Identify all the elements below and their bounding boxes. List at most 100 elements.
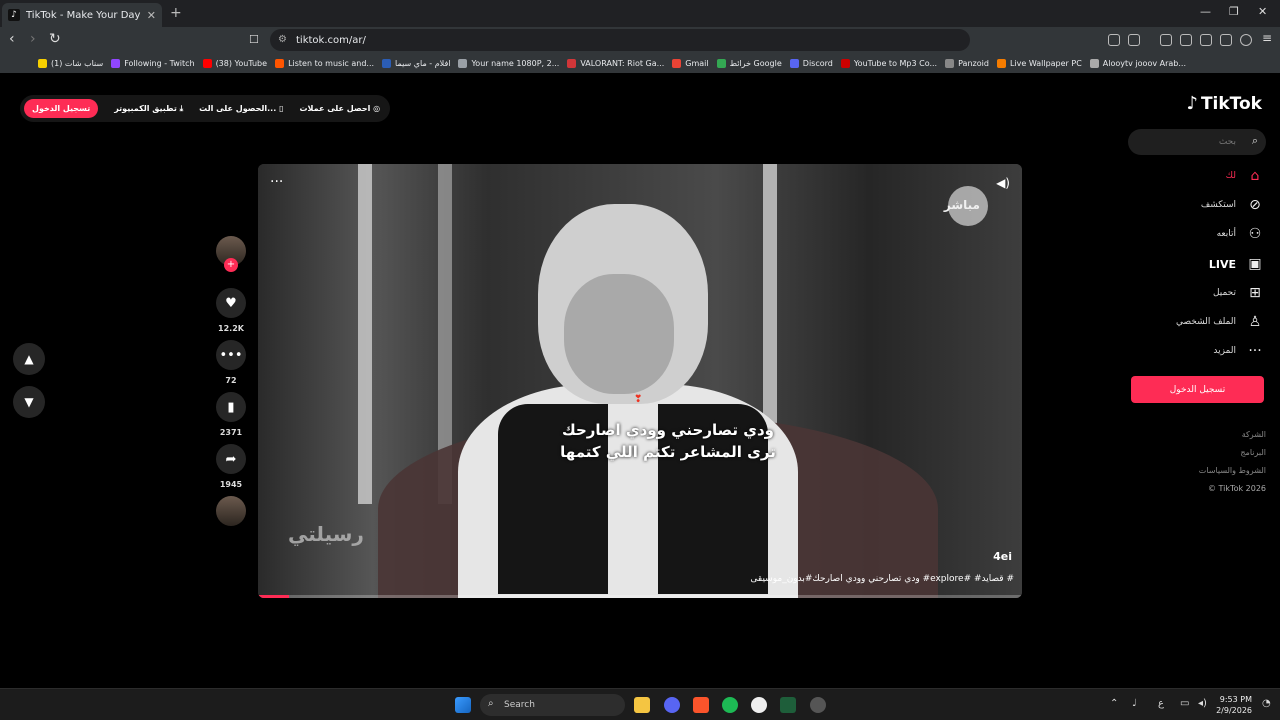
bookmark-item[interactable]: Discord: [789, 58, 833, 68]
footer-program-link[interactable]: البرنامج: [1240, 448, 1266, 457]
brave-icon[interactable]: [693, 697, 709, 713]
footer-terms-link[interactable]: الشروط والسياسات: [1199, 466, 1266, 475]
video-player[interactable]: مباشر ··· ◀) ❣ ودي تصارحني وودي اصارحك ت…: [258, 164, 1022, 598]
notification-icon[interactable]: ◔: [1262, 698, 1271, 709]
address-bar-row: ‹ › ↻ ☐ ⚙ tiktok.com/ar/ ≡: [0, 27, 1280, 53]
share-button[interactable]: ➦ 1945: [214, 444, 248, 489]
volume-icon[interactable]: ◀): [996, 176, 1010, 190]
menu-icon[interactable]: ≡: [1262, 31, 1272, 45]
browser-tab[interactable]: ♪ TikTok - Make Your Day ✕: [2, 3, 162, 27]
next-video-button[interactable]: ▼: [13, 386, 45, 418]
follow-plus-icon[interactable]: +: [224, 258, 238, 272]
url-field[interactable]: ⚙ tiktok.com/ar/: [270, 29, 970, 51]
video-more-icon[interactable]: ···: [270, 174, 283, 190]
nav-profile[interactable]: الملف الشخصي ♙: [1124, 314, 1264, 330]
bookmark-item[interactable]: Alooytv jooov Arab...: [1089, 58, 1186, 68]
bookmark-icon[interactable]: ☐: [249, 33, 259, 46]
nav-explore[interactable]: استكشف ⊘: [1124, 197, 1264, 213]
close-tab-icon[interactable]: ✕: [147, 9, 156, 22]
bookmark-item[interactable]: Live Wallpaper PC: [996, 58, 1082, 68]
bookmark-item[interactable]: خرائط Google: [716, 58, 782, 68]
tiktok-logo[interactable]: ♪ TikTok: [1186, 93, 1262, 114]
like-button[interactable]: ♥ 12.2K: [214, 288, 248, 333]
network-icon[interactable]: ▭: [1180, 698, 1189, 709]
minimize-icon[interactable]: —: [1200, 5, 1211, 18]
get-app-link[interactable]: الحصول على الت... ▯: [199, 104, 283, 113]
compass-icon: ⊘: [1249, 197, 1261, 213]
restore-icon[interactable]: ❐: [1229, 5, 1239, 18]
bookmark-item[interactable]: VALORANT: Riot Ga...: [567, 58, 665, 68]
microphone-icon[interactable]: ♩: [1132, 698, 1137, 709]
excel-icon[interactable]: [780, 697, 796, 713]
discord-icon[interactable]: [664, 697, 680, 713]
bookmark-item[interactable]: (38) YouTube: [202, 58, 267, 68]
top-actions: تسجيل الدخول تطبيق الكمبيوتر ⤓ الحصول عل…: [20, 95, 391, 122]
music-icon[interactable]: [1160, 34, 1172, 46]
bookmark-item[interactable]: Your name 1080P, 2...: [458, 58, 560, 68]
sidebar-icon[interactable]: [1180, 34, 1192, 46]
music-disc-avatar: [216, 496, 246, 526]
bookmark-item[interactable]: Panzoid: [945, 58, 989, 68]
get-app-label: الحصول على الت...: [199, 104, 277, 113]
desktop-app-link[interactable]: تطبيق الكمبيوتر ⤓: [114, 104, 183, 114]
spotify-icon[interactable]: [722, 697, 738, 713]
extensions-icon[interactable]: [1108, 34, 1120, 46]
comment-button[interactable]: ••• 72: [214, 340, 248, 385]
bookmarks-bar: (1) سناب شات Following - Twitch (38) YouTu…: [0, 53, 1280, 73]
obs-icon[interactable]: [751, 697, 767, 713]
coins-link[interactable]: احصل على عملات ◎: [299, 104, 380, 113]
vpn-icon[interactable]: [1240, 34, 1252, 46]
close-window-icon[interactable]: ✕: [1258, 5, 1267, 18]
bookmark-item[interactable]: Listen to music and...: [275, 58, 374, 68]
search-input[interactable]: بحث ⌕: [1128, 129, 1266, 155]
bookmark-item[interactable]: YouTube to Mp3 Co...: [840, 58, 937, 68]
volume-tray-icon[interactable]: ◂): [1198, 698, 1207, 709]
search-icon[interactable]: ⌕: [1252, 134, 1258, 148]
app-icon[interactable]: [810, 697, 826, 713]
bookmark-item[interactable]: Following - Twitch: [111, 58, 195, 68]
home-icon: ⌂: [1250, 168, 1260, 184]
sidebar-login-button[interactable]: تسجيل الدخول: [1131, 376, 1264, 403]
live-icon: ▣: [1248, 256, 1262, 272]
bookmark-label: Your name 1080P, 2...: [471, 58, 560, 68]
footer-company-link[interactable]: الشركة: [1242, 430, 1266, 439]
creator-avatar-button[interactable]: +: [214, 236, 248, 272]
bookmark-label: Following - Twitch: [124, 58, 195, 68]
new-tab-button[interactable]: +: [170, 5, 182, 21]
video-progress-bar[interactable]: [258, 595, 1022, 598]
save-button[interactable]: ▮ 2371: [214, 392, 248, 437]
reload-icon[interactable]: ↻: [49, 31, 61, 47]
forward-icon[interactable]: ›: [30, 31, 36, 47]
wallet-icon[interactable]: [1128, 34, 1140, 46]
login-pill-button[interactable]: تسجيل الدخول: [24, 99, 99, 118]
language-indicator[interactable]: ع: [1158, 698, 1164, 709]
wallet2-icon[interactable]: [1200, 34, 1212, 46]
previous-video-button[interactable]: ▲: [13, 343, 45, 375]
nav-for-you[interactable]: لك ⌂: [1124, 168, 1264, 184]
bookmark-item[interactable]: افلام - ماي سيما: [382, 58, 450, 68]
music-disc-button[interactable]: [214, 496, 248, 526]
bookmark-label: VALORANT: Riot Ga...: [580, 58, 665, 68]
bookmark-item[interactable]: (1) سناب شات: [38, 58, 103, 68]
nav-more[interactable]: المزيد ···: [1124, 343, 1264, 359]
taskbar-clock[interactable]: 9:53 PM 2/9/2026: [1216, 694, 1252, 716]
back-icon[interactable]: ‹: [9, 31, 15, 47]
video-author[interactable]: 4ei: [993, 550, 1012, 563]
bookmark-favicon-icon: [945, 58, 955, 68]
tiktok-note-icon: ♪: [1186, 93, 1198, 114]
bookmark-item[interactable]: Gmail: [672, 58, 709, 68]
nav-live[interactable]: LIVE ▣: [1124, 256, 1264, 272]
site-settings-icon[interactable]: ⚙: [278, 34, 287, 45]
nav-following[interactable]: أتابعه ⚇: [1124, 226, 1264, 242]
tray-overflow-icon[interactable]: ⌃: [1110, 698, 1118, 709]
windows-start-icon[interactable]: [455, 697, 471, 713]
video-caption: ودي تصارحني وودي اصارحك#بدون_موسيقى #exp…: [750, 574, 1014, 584]
leo-icon[interactable]: [1220, 34, 1232, 46]
bookmark-label: Gmail: [685, 58, 709, 68]
bookmark-icon: ▮: [216, 392, 246, 422]
file-explorer-icon[interactable]: [634, 697, 650, 713]
nav-label: لك: [1225, 171, 1236, 181]
nav-upload[interactable]: تحميل ⊞: [1124, 285, 1264, 301]
taskbar-search[interactable]: ⌕ Search: [480, 694, 625, 716]
heart-icon: ♥: [216, 288, 246, 318]
